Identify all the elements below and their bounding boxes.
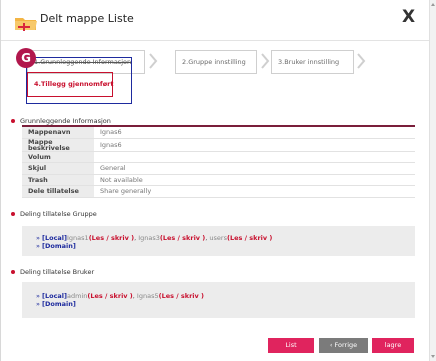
row-key: Mappe beskrivelse [22, 138, 94, 152]
row-value [94, 151, 415, 163]
basic-info-table: Mappenavn Ignas6 Mappe beskrivelse Ignas6 … [22, 125, 415, 198]
section-user-permission: Deling tillatelse Bruker [11, 268, 94, 276]
close-icon[interactable]: X [402, 7, 415, 27]
bullet-icon [11, 212, 15, 216]
user-permission-box: » [Local]admin(Les / skriv ), Ignas5(Les … [22, 282, 415, 318]
dialog-title: Delt mappe Liste [40, 12, 134, 25]
row-value: Not available [94, 174, 415, 186]
section-title: Grunnleggende Informasjon [20, 117, 111, 125]
row-key: Mappenavn [22, 126, 94, 139]
section-title: Deling tillatelse Bruker [20, 268, 95, 276]
row-key: Volum [22, 151, 94, 163]
table-row: Skjul General [22, 162, 415, 175]
group-name: Ignas1 [67, 234, 89, 242]
shared-folder-icon [15, 18, 37, 31]
dialog: Delt mappe Liste X 1.Grunnleggende Infor… [0, 0, 431, 361]
local-tag: [Local] [41, 234, 68, 242]
step-user-settings[interactable]: 3.Bruker innstilling [271, 50, 354, 74]
row-value: Ignas6 [94, 126, 415, 139]
save-button[interactable]: lagre [372, 338, 414, 353]
bullet-icon [11, 119, 15, 123]
chevron-right-icon [357, 53, 366, 69]
group-name: users [209, 234, 227, 242]
domain-tag: [Domain] [41, 242, 76, 250]
step-group-settings[interactable]: 2.Gruppe innstilling [175, 50, 257, 74]
section-title: Deling tillatelse Gruppe [20, 210, 97, 218]
domain-group-line: » [Domain] [36, 242, 76, 250]
local-tag: [Local] [41, 292, 68, 300]
domain-user-line: » [Domain] [36, 300, 76, 308]
group-rights: (Les / skriv ) [159, 234, 206, 242]
bullet-icon [11, 270, 15, 274]
table-row: Dele tillatelse Share generally [22, 185, 415, 198]
scroll-down-icon[interactable] [431, 355, 435, 358]
group-rights: (Les / skriv ) [88, 234, 135, 242]
chevron-right-icon [149, 53, 158, 69]
local-group-line: » [Local]Ignas1(Les / skriv ), Ignas3(Les… [36, 234, 273, 242]
row-key: Trash [22, 174, 94, 186]
group-rights: (Les / skriv ) [227, 234, 273, 242]
user-name: admin [67, 292, 88, 300]
section-basic-info: Grunnleggende Informasjon [11, 117, 111, 125]
annotation-highlight [26, 57, 132, 104]
row-key: Skjul [22, 162, 94, 175]
annotation-badge: G [16, 48, 36, 68]
local-user-line: » [Local]admin(Les / skriv ), Ignas5(Les … [36, 292, 204, 300]
user-name: Ignas5 [136, 292, 159, 300]
list-button[interactable]: List [268, 338, 314, 353]
row-value: Share generally [94, 185, 415, 198]
scroll-up-icon[interactable] [431, 3, 435, 6]
table-row: Mappenavn Ignas6 [22, 126, 415, 139]
dialog-header: Delt mappe Liste X [1, 0, 431, 41]
group-permission-box: » [Local]Ignas1(Les / skriv ), Ignas3(Les… [22, 226, 415, 256]
row-value: Ignas6 [94, 138, 415, 152]
table-row: Trash Not available [22, 174, 415, 186]
row-value: General [94, 162, 415, 175]
table-row: Volum [22, 151, 415, 163]
domain-tag: [Domain] [41, 300, 76, 308]
row-key: Dele tillatelse [22, 185, 94, 198]
section-group-permission: Deling tillatelse Gruppe [11, 210, 97, 218]
group-name: Ignas3 [138, 234, 160, 242]
scrollbar[interactable] [429, 0, 436, 361]
chevron-right-icon [261, 53, 270, 69]
previous-button[interactable]: ‹ Forrige [319, 338, 368, 353]
table-row: Mappe beskrivelse Ignas6 [22, 138, 415, 152]
user-rights: (Les / skriv ) [158, 292, 204, 300]
user-rights: (Les / skriv ) [87, 292, 133, 300]
